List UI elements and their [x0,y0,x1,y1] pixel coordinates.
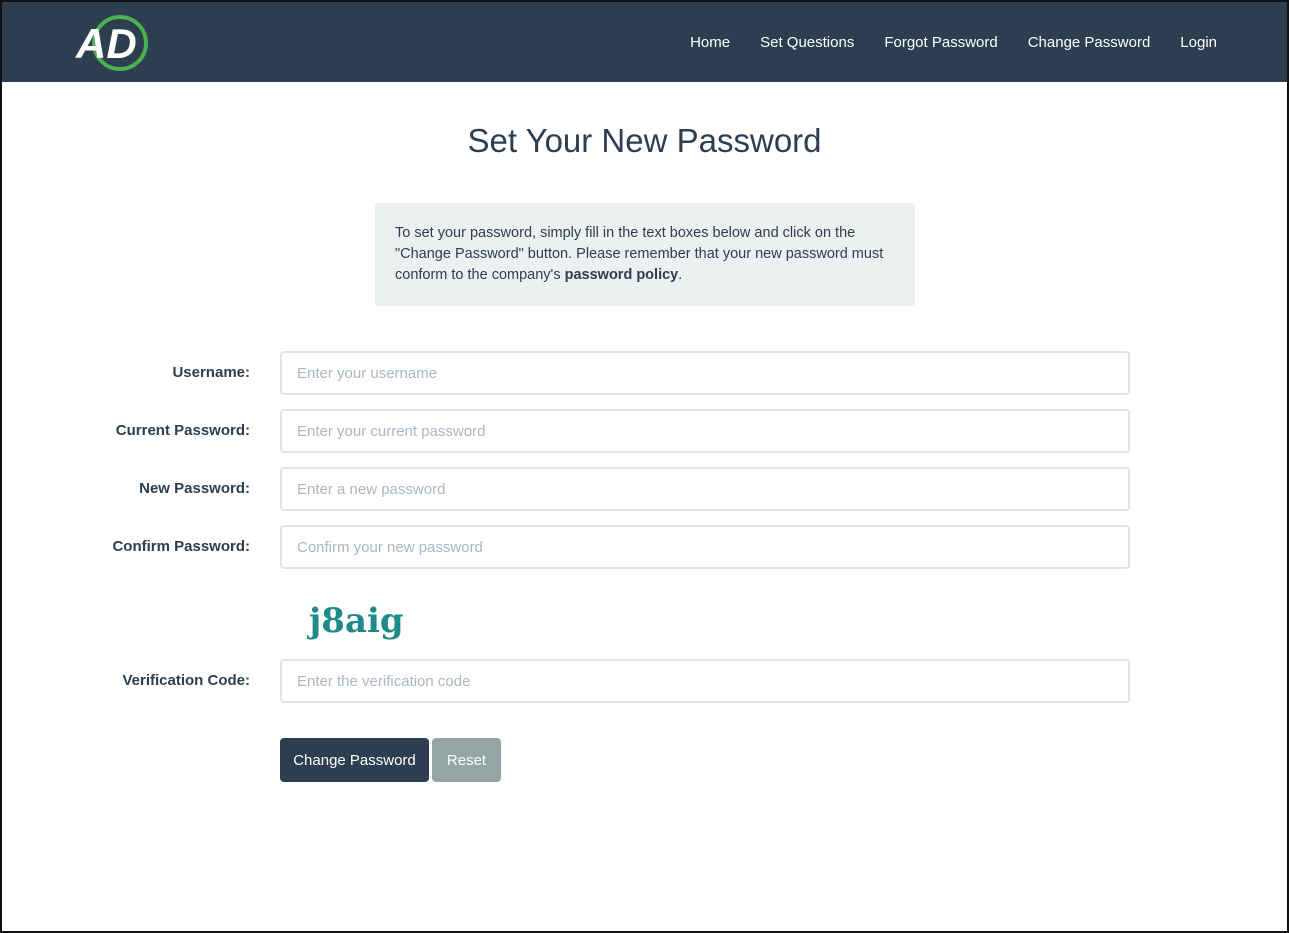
new-password-row: New Password: [2,467,1287,511]
page-title: Set Your New Password [467,122,822,159]
verification-row: Verification Code: [2,659,1287,703]
nav-login[interactable]: Login [1180,34,1217,51]
confirm-password-row: Confirm Password: [2,525,1287,569]
info-text-end: . [678,267,683,283]
page-frame: AD Home Set Questions Forgot Password Ch… [0,0,1289,933]
info-box: To set your password, simply fill in the… [375,203,915,306]
reset-button[interactable]: Reset [432,738,501,782]
nav-links: Home Set Questions Forgot Password Chang… [660,2,1217,82]
current-password-label: Current Password: [115,422,250,439]
captcha-image: j8aig [307,601,404,641]
username-row: Username: [2,351,1287,395]
new-password-input[interactable] [280,467,1130,511]
current-password-row: Current Password: [2,409,1287,453]
password-policy-text: password policy [564,267,679,283]
new-password-label: New Password: [139,480,250,497]
verification-label: Verification Code: [122,672,250,689]
current-password-input[interactable] [280,409,1130,453]
verification-code-input[interactable] [280,659,1130,703]
logo-text: AD [75,20,137,67]
username-label: Username: [172,364,250,381]
nav-set-questions[interactable]: Set Questions [760,34,854,51]
nav-change-password[interactable]: Change Password [1028,34,1151,51]
username-input[interactable] [280,351,1130,395]
captcha-text: j8aig [307,601,404,641]
confirm-password-label: Confirm Password: [112,538,250,555]
change-password-button[interactable]: Change Password [280,738,429,782]
nav-forgot-password[interactable]: Forgot Password [884,34,997,51]
ad-logo[interactable]: AD [74,14,152,72]
nav-home[interactable]: Home [690,34,730,51]
navbar: AD Home Set Questions Forgot Password Ch… [2,2,1287,82]
confirm-password-input[interactable] [280,525,1130,569]
